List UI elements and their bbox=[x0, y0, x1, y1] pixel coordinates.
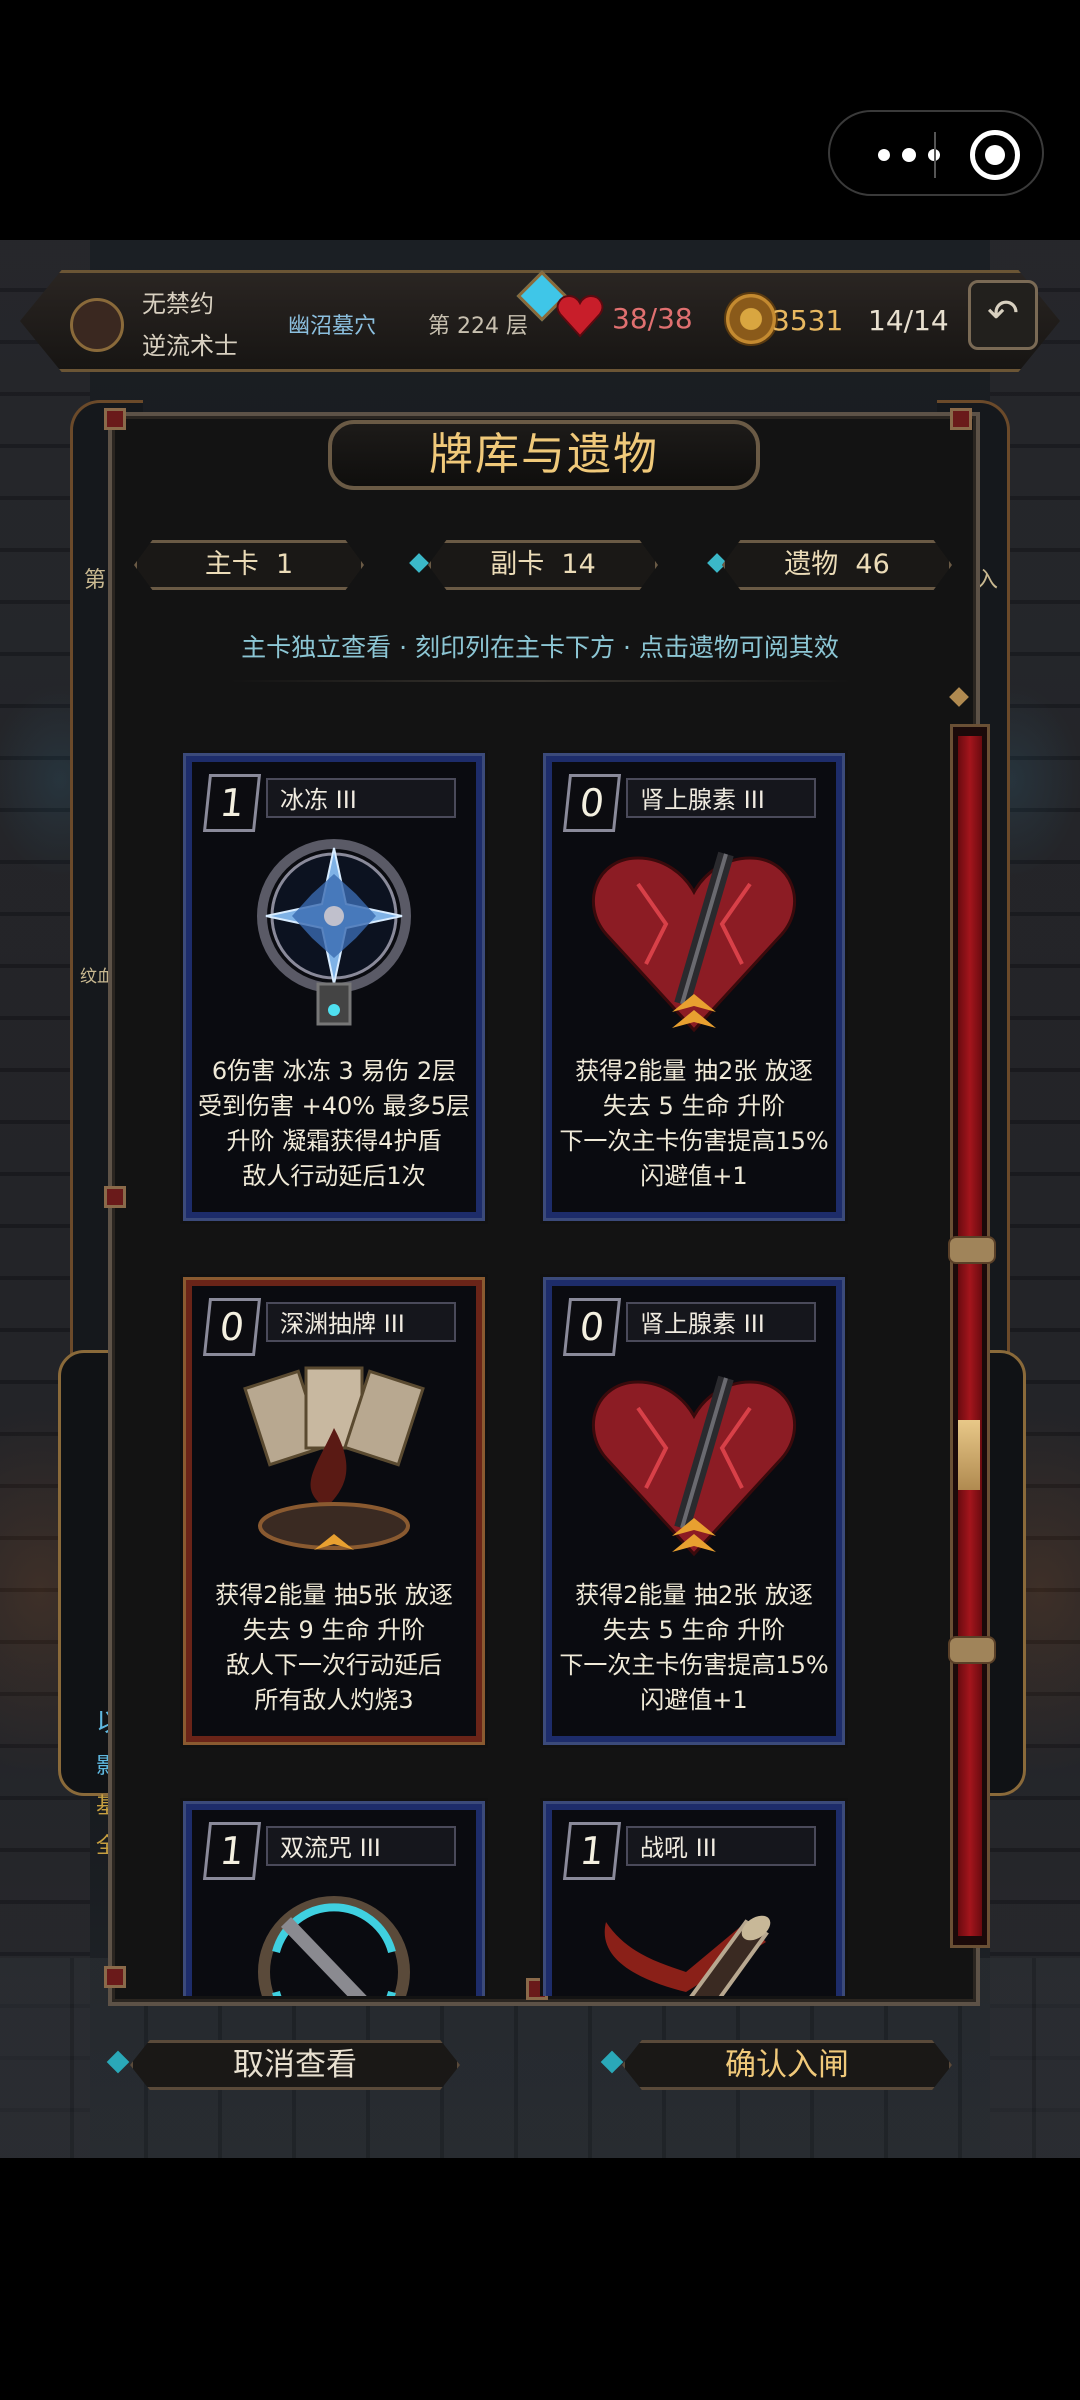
corner-ornament bbox=[104, 408, 126, 430]
confirm-button[interactable]: 确认入闸 bbox=[622, 2040, 952, 2090]
card-adrenaline[interactable]: 0 肾上腺素 III 获得2能量 抽2张 放逐 失去 5 生命 升阶 下一次主卡… bbox=[546, 1280, 842, 1742]
tab-count: 14 bbox=[561, 549, 596, 580]
card-grid: 1 冰冻 III 6伤害 冰冻 3 易伤 2层 受到伤害 +40% 最多5层 升… bbox=[112, 700, 948, 1996]
tab-relics[interactable]: 遗物 46 bbox=[722, 540, 952, 590]
tab-main-cards[interactable]: 主卡 1 bbox=[134, 540, 364, 590]
hint-text: 主卡独立查看 · 刻印列在主卡下方 · 点击遗物可阅其效 bbox=[241, 633, 839, 662]
card-adrenaline[interactable]: 0 肾上腺素 III 获得2能量 抽2张 放逐 失去 5 生命 升阶 下一次主卡… bbox=[546, 756, 842, 1218]
card-desc-line: 敌人行动延后1次 bbox=[242, 1162, 426, 1190]
card-freeze[interactable]: 1 冰冻 III 6伤害 冰冻 3 易伤 2层 受到伤害 +40% 最多5层 升… bbox=[186, 756, 482, 1218]
tab-count: 1 bbox=[275, 549, 294, 580]
card-desc-line: 失去 5 生命 升阶 bbox=[602, 1092, 786, 1120]
abyss-cards-icon bbox=[243, 1366, 425, 1550]
card-twin-curse[interactable]: 1 双流咒 III bbox=[186, 1804, 482, 1996]
card-name: 肾上腺素 III bbox=[626, 778, 816, 818]
background-label-left: 第 bbox=[84, 568, 107, 593]
card-name: 战吼 III bbox=[626, 1826, 816, 1866]
card-desc-line: 失去 5 生命 升阶 bbox=[602, 1616, 786, 1644]
card-description: 获得2能量 抽2张 放逐 失去 5 生命 升阶 下一次主卡伤害提高15% 闪避值… bbox=[556, 1054, 832, 1194]
card-desc-line: 受到伤害 +40% 最多5层 bbox=[198, 1092, 470, 1120]
card-desc-line: 失去 9 生命 升阶 bbox=[242, 1616, 426, 1644]
tab-count: 46 bbox=[855, 549, 890, 580]
rune-sword-icon bbox=[258, 1896, 410, 1996]
card-cost: 1 bbox=[202, 1822, 262, 1880]
card-cost: 1 bbox=[562, 1822, 622, 1880]
heart-icon bbox=[556, 294, 604, 338]
location-label: 幽沼墓穴 bbox=[288, 314, 377, 339]
card-cost: 0 bbox=[202, 1298, 262, 1356]
card-desc-line: 下一次主卡伤害提高15% bbox=[559, 1651, 829, 1679]
card-desc-line: 6伤害 冰冻 3 易伤 2层 bbox=[211, 1057, 457, 1085]
tab-label: 遗物 bbox=[784, 549, 839, 580]
card-war-cry[interactable]: 1 战吼 III bbox=[546, 1804, 842, 1996]
crystal-heart-icon bbox=[591, 1375, 797, 1557]
card-desc-line: 升阶 凝霜获得4护盾 bbox=[226, 1127, 442, 1155]
card-name: 双流咒 III bbox=[266, 1826, 456, 1866]
corner-ornament bbox=[950, 408, 972, 430]
gold-coin-icon bbox=[724, 292, 778, 346]
crystal-heart-icon bbox=[591, 851, 797, 1033]
war-horn-icon bbox=[604, 1915, 771, 1996]
card-abyss-draw[interactable]: 0 深渊抽牌 III 获得2能量 抽5张 放逐 失去 9 生命 升阶 敌人下一次… bbox=[186, 1280, 482, 1742]
back-button[interactable]: ↶ bbox=[968, 280, 1038, 350]
tab-label: 副卡 bbox=[490, 549, 545, 580]
card-cost: 1 bbox=[202, 774, 262, 832]
card-description: 获得2能量 抽2张 放逐 失去 5 生命 升阶 下一次主卡伤害提高15% 闪避值… bbox=[556, 1578, 832, 1718]
hp-value: 38/38 bbox=[612, 302, 693, 335]
card-name: 深渊抽牌 III bbox=[266, 1302, 456, 1342]
card-desc-line: 获得2能量 抽2张 放逐 bbox=[575, 1581, 813, 1609]
card-description: 获得2能量 抽5张 放逐 失去 9 生命 升阶 敌人下一次行动延后 所有敌人灼烧… bbox=[196, 1578, 472, 1718]
gold-value: 3531 bbox=[772, 304, 844, 337]
card-desc-line: 闪避值+1 bbox=[640, 1162, 748, 1190]
player-title: 无禁约 bbox=[142, 290, 214, 318]
modal-title: 牌库与遗物 bbox=[328, 420, 760, 490]
tab-sub-cards[interactable]: 副卡 14 bbox=[428, 540, 658, 590]
card-desc-line: 获得2能量 抽5张 放逐 bbox=[215, 1581, 453, 1609]
more-dots-icon[interactable] bbox=[870, 140, 950, 170]
card-desc-line: 敌人下一次行动延后 bbox=[226, 1651, 442, 1679]
target-circle-icon[interactable] bbox=[970, 130, 1020, 180]
card-cost: 0 bbox=[562, 774, 622, 832]
scrollbar-ornament bbox=[948, 1236, 996, 1264]
floor-label: 第 224 层 bbox=[428, 314, 528, 339]
card-name: 冰冻 III bbox=[266, 778, 456, 818]
tab-label: 主卡 bbox=[204, 549, 259, 580]
class-emblem-icon bbox=[70, 298, 124, 352]
capsule-divider bbox=[934, 132, 936, 178]
card-desc-line: 所有敌人灼烧3 bbox=[254, 1686, 414, 1714]
card-desc-line: 闪避值+1 bbox=[640, 1686, 748, 1714]
cancel-button[interactable]: 取消查看 bbox=[130, 2040, 460, 2090]
card-desc-line: 获得2能量 抽2张 放逐 bbox=[575, 1057, 813, 1085]
card-cost: 0 bbox=[562, 1298, 622, 1356]
energy-value: 14/14 bbox=[868, 304, 949, 337]
ice-star-icon bbox=[257, 839, 411, 1026]
card-description: 6伤害 冰冻 3 易伤 2层 受到伤害 +40% 最多5层 升阶 凝霜获得4护盾… bbox=[196, 1054, 472, 1194]
scrollbar-fill bbox=[958, 736, 982, 1936]
player-class: 逆流术士 bbox=[142, 332, 238, 360]
undo-arrow-icon: ↶ bbox=[987, 291, 1019, 335]
divider bbox=[230, 680, 850, 682]
card-desc-line: 下一次主卡伤害提高15% bbox=[559, 1127, 829, 1155]
mini-program-capsule bbox=[828, 110, 1044, 196]
card-name: 肾上腺素 III bbox=[626, 1302, 816, 1342]
scrollbar-ornament bbox=[948, 1636, 996, 1664]
scrollbar-thumb[interactable] bbox=[958, 1420, 980, 1490]
